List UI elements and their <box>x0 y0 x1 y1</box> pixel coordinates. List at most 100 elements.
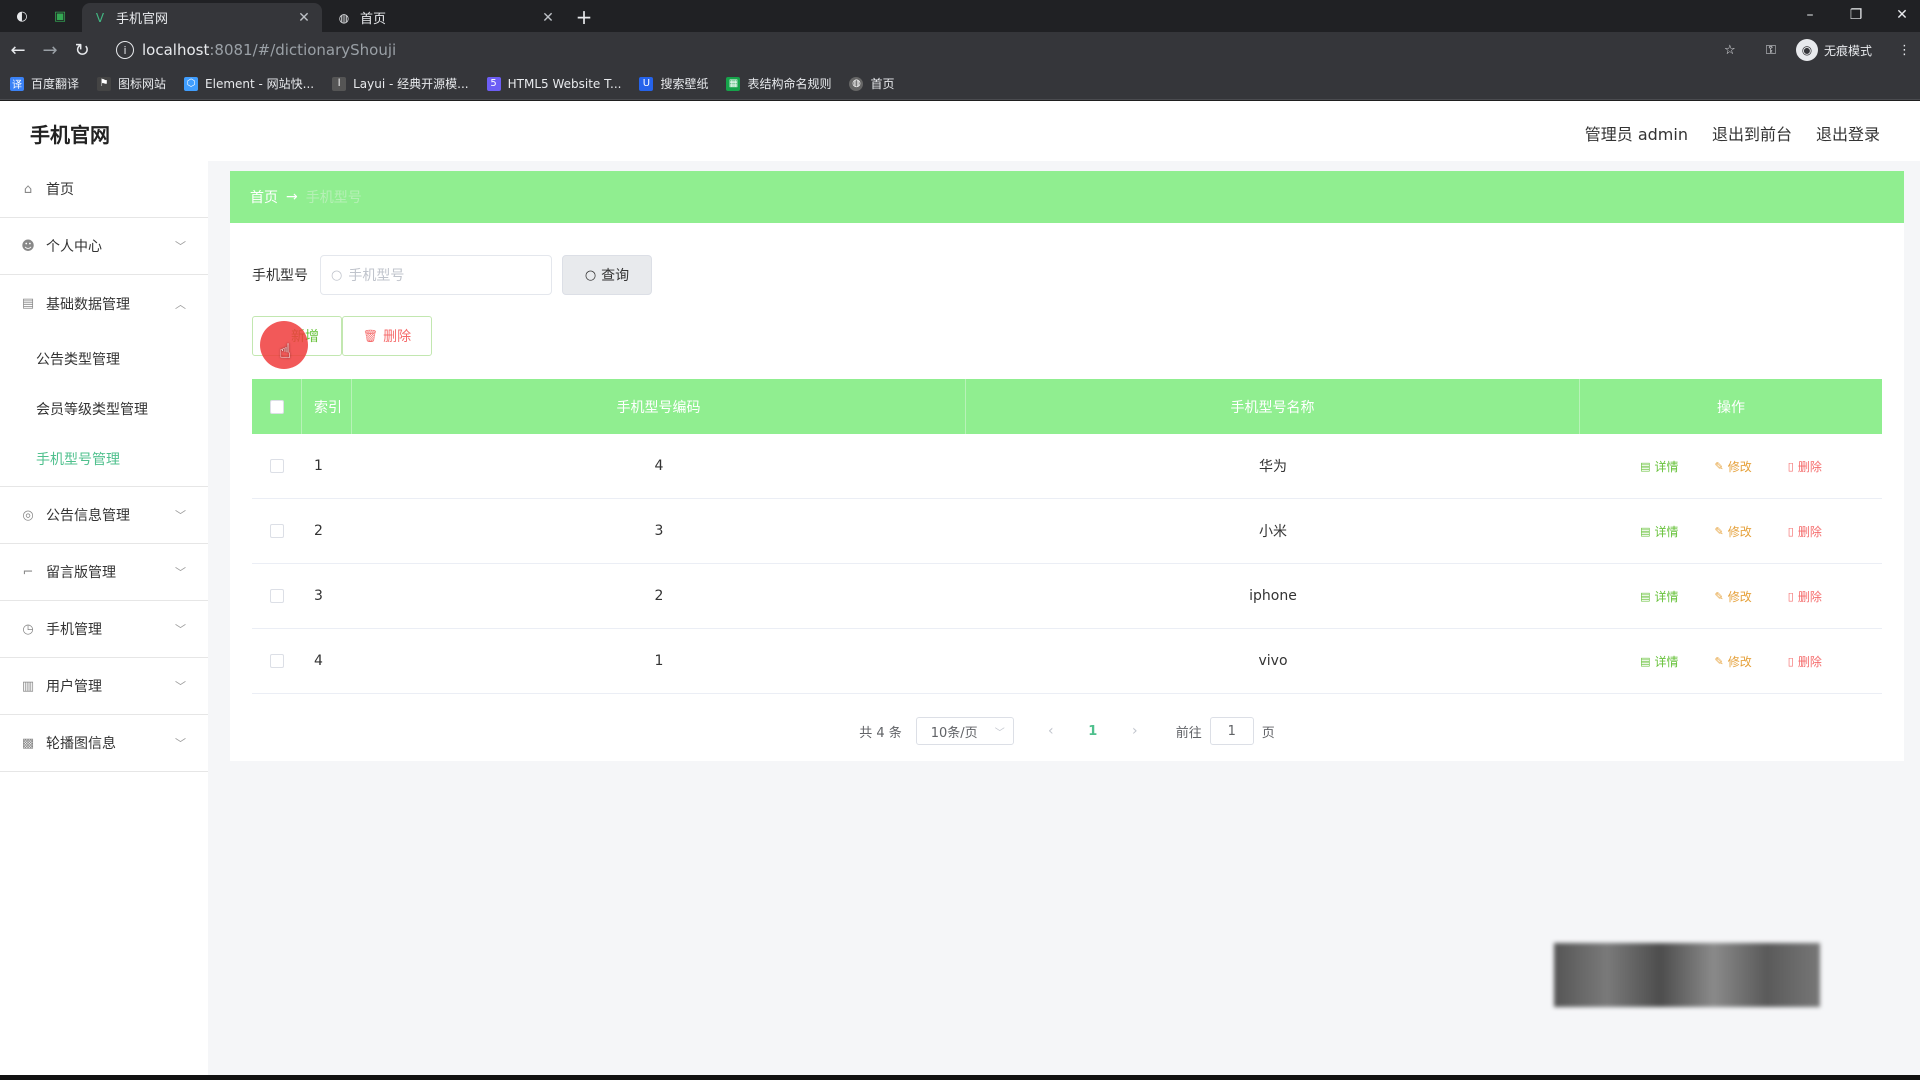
delete-button[interactable]: ▯ 删除 <box>1788 588 1822 605</box>
sidebar-item-phone-manage[interactable]: ◷ 手机管理 ﹀ <box>0 601 208 658</box>
sidebar-item-basic-data[interactable]: ▤ 基础数据管理 ︿ <box>0 275 208 332</box>
row-checkbox[interactable] <box>252 564 302 629</box>
query-button-label: 查询 <box>601 268 630 284</box>
edit-button[interactable]: ✎ 修改 <box>1715 458 1752 475</box>
row-checkbox[interactable] <box>252 629 302 694</box>
row-checkbox[interactable] <box>252 434 302 499</box>
tab-label: 首页 <box>360 12 387 27</box>
goto-page-input[interactable]: 1 <box>1209 717 1254 745</box>
address-bar[interactable]: i localhost:8081/#/dictionaryShouji <box>104 36 1744 64</box>
page-number-current[interactable]: 1 <box>1076 724 1110 739</box>
detail-button[interactable]: ▤ 详情 <box>1640 523 1678 540</box>
window-close-icon[interactable]: ✕ <box>1882 4 1920 26</box>
detail-button[interactable]: ▤ 详情 <box>1640 588 1678 605</box>
bookmark-item[interactable]: ◍ 首页 <box>849 75 895 92</box>
sidebar-item-notice-info[interactable]: ◎ 公告信息管理 ﹀ <box>0 487 208 544</box>
trash-icon: 🗑︎ <box>362 329 379 343</box>
sidebar-item-label: 手机管理 <box>46 622 102 638</box>
cell-name: 小米 <box>1259 524 1287 540</box>
sidebar-subitem-member-level[interactable]: 会员等级类型管理 <box>0 384 208 434</box>
tab-group-icon[interactable]: ▣ <box>50 6 70 26</box>
back-icon[interactable]: ← <box>6 38 30 62</box>
cell-ops: ▤ 详情 ✎ 修改 ▯ 删除 <box>1580 629 1882 694</box>
edit-button[interactable]: ✎ 修改 <box>1715 523 1752 540</box>
tab-phone-site[interactable]: V 手机官网 ✕ <box>82 3 322 32</box>
minimize-icon[interactable]: – <box>1790 4 1830 26</box>
bookmark-item[interactable]: 译百度翻译 <box>10 75 79 92</box>
sidebar-subitem-notice-type[interactable]: 公告类型管理 <box>0 334 208 384</box>
star-icon[interactable]: ☆ <box>1724 38 1736 62</box>
sidebar-item-home[interactable]: ⌂ 首页 <box>0 161 208 218</box>
search-icon: ○ <box>584 267 597 283</box>
select-all-checkbox[interactable] <box>252 379 302 434</box>
restore-icon[interactable]: ❐ <box>1836 4 1876 26</box>
column-ops: 操作 <box>1717 399 1745 416</box>
delete-button[interactable]: ▯ 删除 <box>1788 653 1822 670</box>
sidebar-item-user-manage[interactable]: ▥ 用户管理 ﹀ <box>0 658 208 715</box>
bookmark-item[interactable]: ⬡ Element - 网站快... <box>184 75 314 92</box>
cell-index: 4 <box>314 653 323 669</box>
detail-button[interactable]: ▤ 详情 <box>1640 653 1678 670</box>
add-button[interactable]: 新增 ☝ <box>252 316 342 369</box>
chevron-down-icon: ﹀ <box>175 680 186 693</box>
sidebar-item-guestbook[interactable]: ⌐ 留言版管理 ﹀ <box>0 544 208 601</box>
delete-button[interactable]: ▯ 删除 <box>1788 523 1822 540</box>
document-icon: ▤ <box>1640 459 1651 473</box>
bookmark-item[interactable]: ⚑ 图标网站 <box>97 75 166 92</box>
edit-button[interactable]: ✎ 修改 <box>1715 588 1752 605</box>
sidebar-subitem-phone-model[interactable]: 手机型号管理 <box>0 434 208 484</box>
sidebar-item-carousel[interactable]: ▩ 轮播图信息 ﹀ <box>0 715 208 772</box>
close-icon[interactable]: ✕ <box>296 10 312 26</box>
bookmark-item[interactable]: ▦ 表结构命名规则 <box>726 75 831 92</box>
browser-tab-bar: ◐ ▣ V 手机官网 ✕ ◍ 首页 ✕ + – ❐ ✕ <box>0 0 1920 32</box>
search-icon: ○ <box>331 267 343 283</box>
column-name[interactable]: 手机型号名称 <box>966 379 1580 434</box>
edit-button[interactable]: ✎ 修改 <box>1715 653 1752 670</box>
crop-icon: ⌐ <box>22 564 34 580</box>
trash-icon: ▯ <box>1787 589 1794 603</box>
batch-delete-button[interactable]: 🗑︎ 删除 <box>342 316 432 356</box>
compass-icon: ◷ <box>22 621 34 637</box>
tab-home[interactable]: ◍ 首页 ✕ <box>326 3 566 32</box>
page-size-select[interactable]: 10条/页 ﹀ <box>915 717 1014 745</box>
browser-menu-icon[interactable]: ◐ <box>12 6 32 26</box>
bookmarks-bar: 译百度翻译 ⚑ 图标网站 ⬡ Element - 网站快... l Layui - 经… <box>0 68 1920 100</box>
key-icon[interactable]: ⚿ <box>1766 38 1776 62</box>
sidebar-item-personal-center[interactable]: ☻ 个人中心 ﹀ <box>0 218 208 275</box>
close-icon[interactable]: ✕ <box>540 10 556 26</box>
detail-label: 详情 <box>1654 524 1679 539</box>
trash-icon: ▯ <box>1787 459 1794 473</box>
back-to-front-link[interactable]: 退出到前台 <box>1712 121 1792 145</box>
chevron-down-icon: ﹀ <box>994 727 1005 739</box>
bookmark-label: 搜索壁纸 <box>660 77 709 91</box>
cell-ops: ▤ 详情 ✎ 修改 ▯ 删除 <box>1580 434 1882 499</box>
next-page-icon[interactable]: › <box>1120 723 1150 739</box>
delete-button[interactable]: ▯ 删除 <box>1788 458 1822 475</box>
bar-chart-icon: ▥ <box>21 678 35 694</box>
breadcrumb-home[interactable]: 首页 <box>250 187 278 207</box>
delete-label: 删除 <box>1797 459 1822 474</box>
detail-button[interactable]: ▤ 详情 <box>1640 458 1678 475</box>
query-button[interactable]: ○ 查询 <box>562 255 652 295</box>
site-info-icon[interactable]: i <box>116 41 134 59</box>
bookmark-item[interactable]: l Layui - 经典开源模... <box>332 75 469 92</box>
kebab-menu-icon[interactable]: ⋮ <box>1898 38 1911 62</box>
wallpaper-icon: U <box>639 76 654 91</box>
sidebar-item-label: 轮播图信息 <box>46 736 116 752</box>
search-input[interactable]: ○ 手机型号 <box>320 255 552 295</box>
document-icon: ▤ <box>1640 524 1651 538</box>
row-checkbox[interactable] <box>252 499 302 564</box>
column-code[interactable]: 手机型号编码 <box>352 379 966 434</box>
delete-label: 删除 <box>1797 654 1822 669</box>
prev-page-icon[interactable]: ‹ <box>1036 723 1066 739</box>
bookmark-item[interactable]: 5 HTML5 Website T... <box>486 76 621 91</box>
forward-icon[interactable]: → <box>38 38 62 62</box>
new-tab-button[interactable]: + <box>572 5 596 29</box>
bookmark-item[interactable]: U 搜索壁纸 <box>639 75 708 92</box>
incognito-indicator[interactable]: ◉ 无痕模式 <box>1796 37 1872 63</box>
reload-icon[interactable]: ↻ <box>70 38 94 62</box>
bookmark-label: Layui - 经典开源模... <box>353 77 469 91</box>
html5-icon: 5 <box>486 76 501 91</box>
logout-link[interactable]: 退出登录 <box>1816 121 1880 145</box>
translate-icon: 译 <box>10 76 24 91</box>
